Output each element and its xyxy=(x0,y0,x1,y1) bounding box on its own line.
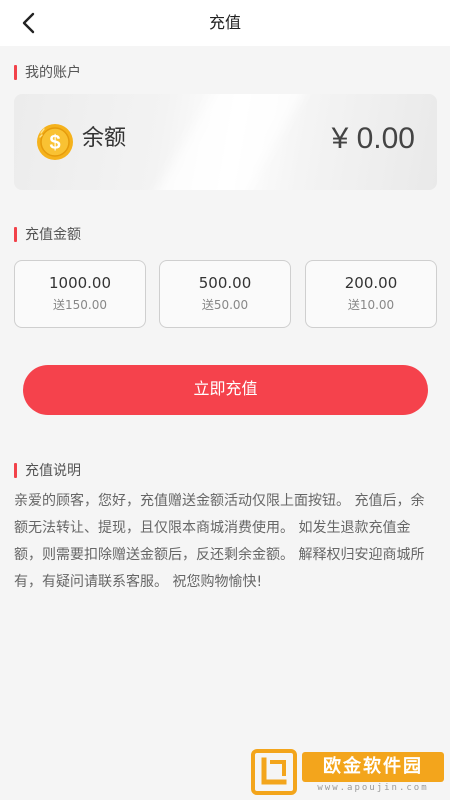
section-marker xyxy=(14,462,17,478)
top-bar: 充值 xyxy=(0,0,450,46)
recharge-description: 亲爱的顾客，您好，充值赠送金额活动仅限上面按钮。 充值后，余额无法转让、提现，且… xyxy=(14,493,425,590)
amount-option-200[interactable]: 200.00 送10.00 xyxy=(305,260,437,328)
bonus-value: 送150.00 xyxy=(53,298,107,312)
account-section-label: 我的账户 xyxy=(14,63,81,81)
watermark-text: 欧金软件园 xyxy=(302,752,444,782)
description-section-title: 充值说明 xyxy=(25,463,81,479)
amount-value: 200.00 xyxy=(344,274,398,292)
amount-option-500[interactable]: 500.00 送50.00 xyxy=(159,260,291,328)
section-marker xyxy=(14,226,17,242)
account-balance-card: $ 余额 ¥ 0.00 xyxy=(14,94,437,190)
balance-value: ¥ 0.00 xyxy=(331,122,415,155)
card-sheen xyxy=(143,94,315,190)
svg-text:$: $ xyxy=(49,132,60,154)
recharge-now-button[interactable]: 立即充值 xyxy=(23,365,428,415)
section-marker xyxy=(14,64,17,80)
amount-value: 1000.00 xyxy=(48,274,112,292)
amount-value: 500.00 xyxy=(198,274,252,292)
amount-section-label: 充值金额 xyxy=(14,225,81,243)
watermark: 欧金软件园 www.apoujin.com xyxy=(250,748,445,798)
watermark-logo-icon xyxy=(251,749,297,795)
description-section-label: 充值说明 xyxy=(14,461,81,479)
bonus-value: 送10.00 xyxy=(347,298,395,312)
amount-section-title: 充值金额 xyxy=(25,227,81,243)
account-section-title: 我的账户 xyxy=(25,65,81,81)
amount-option-1000[interactable]: 1000.00 送150.00 xyxy=(14,260,146,328)
amount-options: 1000.00 送150.00 500.00 送50.00 200.00 送10… xyxy=(14,260,437,328)
bonus-value: 送50.00 xyxy=(201,298,249,312)
balance-label: 余额 xyxy=(82,126,127,151)
dollar-coin-icon: $ xyxy=(37,124,73,160)
page-title: 充值 xyxy=(208,13,241,32)
watermark-url: www.apoujin.com xyxy=(317,783,429,793)
